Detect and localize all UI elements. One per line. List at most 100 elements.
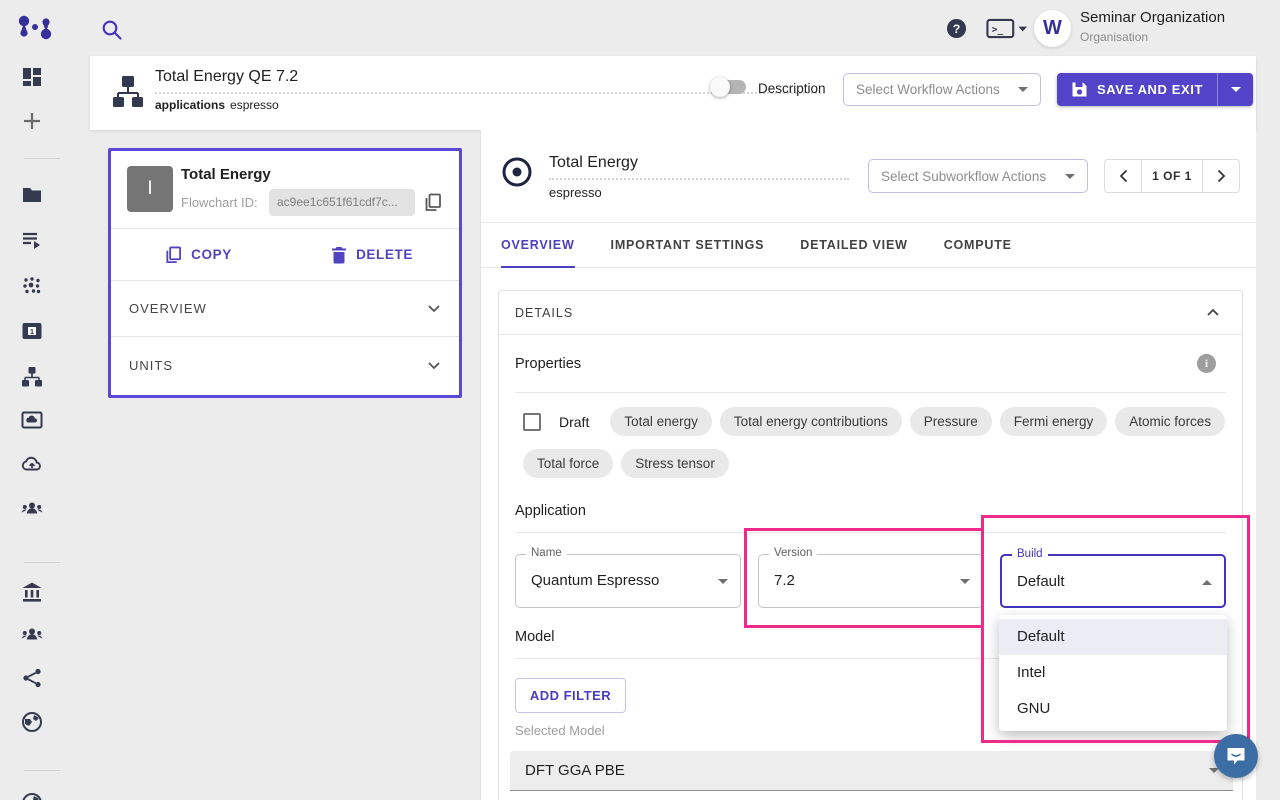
- unit-letter-badge: I: [127, 166, 173, 212]
- unit-one-icon[interactable]: 1: [21, 320, 43, 342]
- copy-id-icon[interactable]: [423, 193, 442, 212]
- tab-detailed-view[interactable]: DETAILED VIEW: [800, 223, 907, 267]
- flowchart-id-value: ac9ee1c651f61cdf7c...: [269, 189, 415, 216]
- pager-label: 1 OF 1: [1141, 160, 1203, 192]
- unit-card-actions: COPY DELETE: [111, 229, 459, 281]
- pager-next-button[interactable]: [1203, 160, 1239, 192]
- institution-bank-icon[interactable]: [21, 581, 43, 603]
- description-toggle[interactable]: [712, 80, 746, 94]
- chevron-down-icon: [1065, 174, 1075, 179]
- chevron-right-icon: [1217, 169, 1226, 183]
- selected-model-value: DFT GGA PBE: [525, 762, 625, 779]
- account-info[interactable]: Seminar Organization Organisation: [1080, 9, 1225, 44]
- build-option-default[interactable]: Default: [999, 619, 1227, 655]
- tab-compute[interactable]: COMPUTE: [944, 223, 1012, 267]
- save-and-exit-button[interactable]: SAVE AND EXIT: [1057, 73, 1217, 106]
- trash-icon: [331, 246, 347, 264]
- svg-text:1: 1: [30, 327, 34, 336]
- dashboard-icon[interactable]: [21, 66, 43, 88]
- info-icon[interactable]: i: [1197, 354, 1216, 373]
- org-group-icon[interactable]: [21, 623, 43, 645]
- properties-chips: Draft Total energy Total energy contribu…: [499, 393, 1242, 478]
- property-chip[interactable]: Total energy contributions: [720, 407, 902, 436]
- tab-label: COMPUTE: [944, 238, 1012, 252]
- subworkflow-title: Total Energy: [549, 154, 638, 172]
- tab-bar: OVERVIEW IMPORTANT SETTINGS DETAILED VIE…: [481, 222, 1257, 268]
- workflows-flowchart-icon[interactable]: [21, 366, 43, 388]
- tab-overview[interactable]: OVERVIEW: [501, 223, 575, 267]
- subworkflow-actions-select[interactable]: Select Subworkflow Actions: [868, 159, 1088, 193]
- cloud-upload-icon[interactable]: [21, 453, 43, 475]
- add-filter-button[interactable]: ADD FILTER: [515, 678, 626, 713]
- toggle-thumb: [710, 77, 730, 97]
- workflow-app-label: applications: [155, 98, 225, 112]
- chevron-up-icon: [1206, 308, 1220, 317]
- delete-label: DELETE: [356, 247, 413, 262]
- chevron-down-icon: [427, 361, 441, 370]
- terminal-menu-icon[interactable]: >_: [986, 18, 1028, 39]
- folder-icon[interactable]: [21, 184, 43, 206]
- workflow-actions-select[interactable]: Select Workflow Actions: [843, 73, 1041, 106]
- build-option-intel[interactable]: Intel: [999, 655, 1227, 691]
- divider: [515, 532, 1226, 533]
- pager-prev-button[interactable]: [1105, 160, 1141, 192]
- globe-partial-icon[interactable]: [21, 792, 43, 800]
- media-screen-icon[interactable]: [21, 409, 43, 431]
- delete-button[interactable]: DELETE: [285, 229, 459, 280]
- search-icon[interactable]: [100, 18, 124, 42]
- web-globe-icon[interactable]: [21, 711, 43, 733]
- accordion-overview-label: OVERVIEW: [129, 301, 207, 316]
- properties-label: Properties: [515, 356, 581, 372]
- workflow-app-value: espresso: [230, 98, 279, 112]
- description-label: Description: [758, 81, 826, 96]
- application-build-select[interactable]: Build Default: [1000, 554, 1226, 608]
- details-title: DETAILS: [515, 306, 573, 320]
- chevron-up-icon: [1202, 580, 1212, 585]
- save-icon: [1071, 81, 1088, 98]
- application-version-select[interactable]: Version 7.2: [758, 554, 983, 608]
- subworkflow-actions-value: Select Subworkflow Actions: [881, 169, 1046, 184]
- property-chip[interactable]: Stress tensor: [621, 449, 729, 478]
- version-field-value: 7.2: [774, 572, 795, 589]
- property-chip[interactable]: Fermi energy: [1000, 407, 1108, 436]
- property-chip[interactable]: Atomic forces: [1115, 407, 1225, 436]
- unit-title: Total Energy: [181, 166, 271, 183]
- team-group-icon[interactable]: [21, 497, 43, 519]
- save-more-button[interactable]: [1217, 73, 1253, 106]
- model-section-label: Model: [515, 629, 555, 645]
- subworkflow-engine: espresso: [549, 185, 602, 200]
- tab-important-settings[interactable]: IMPORTANT SETTINGS: [611, 223, 765, 267]
- chat-button[interactable]: [1214, 734, 1258, 778]
- active-tab-underline: [501, 266, 575, 268]
- application-name-select[interactable]: Name Quantum Espresso: [515, 554, 741, 608]
- workflow-subtitle: applications espresso: [155, 98, 279, 112]
- accordion-units-label: UNITS: [129, 358, 173, 373]
- selected-model-select[interactable]: DFT GGA PBE: [510, 751, 1233, 791]
- sidebar-divider: [24, 562, 60, 563]
- name-field-value: Quantum Espresso: [531, 572, 659, 589]
- save-and-exit-label: SAVE AND EXIT: [1097, 82, 1203, 97]
- accordion-units[interactable]: UNITS: [111, 337, 459, 393]
- build-field-value: Default: [1017, 573, 1065, 590]
- property-chip[interactable]: Total energy: [610, 407, 712, 436]
- app-logo-icon[interactable]: [16, 13, 54, 43]
- sidebar-divider: [24, 770, 60, 771]
- help-icon[interactable]: ?: [946, 18, 967, 39]
- details-header[interactable]: DETAILS: [499, 291, 1242, 335]
- chevron-down-icon: [1231, 87, 1241, 92]
- build-dropdown-menu: Default Intel GNU: [999, 615, 1227, 731]
- accordion-overview[interactable]: OVERVIEW: [111, 281, 459, 337]
- property-chip[interactable]: Total force: [523, 449, 613, 478]
- share-icon[interactable]: [21, 667, 43, 689]
- dotted-divider: [549, 178, 849, 180]
- copy-button[interactable]: COPY: [111, 229, 285, 280]
- add-icon[interactable]: [21, 110, 43, 132]
- build-option-gnu[interactable]: GNU: [999, 691, 1227, 727]
- materials-dots-icon[interactable]: [21, 275, 43, 297]
- subworkflow-panel: Total Energy espresso Select Subworkflow…: [480, 130, 1256, 800]
- property-chip[interactable]: Pressure: [910, 407, 992, 436]
- tab-label: DETAILED VIEW: [800, 238, 907, 252]
- jobs-list-icon[interactable]: [21, 229, 43, 251]
- avatar[interactable]: W: [1034, 10, 1071, 47]
- draft-checkbox[interactable]: [523, 413, 541, 431]
